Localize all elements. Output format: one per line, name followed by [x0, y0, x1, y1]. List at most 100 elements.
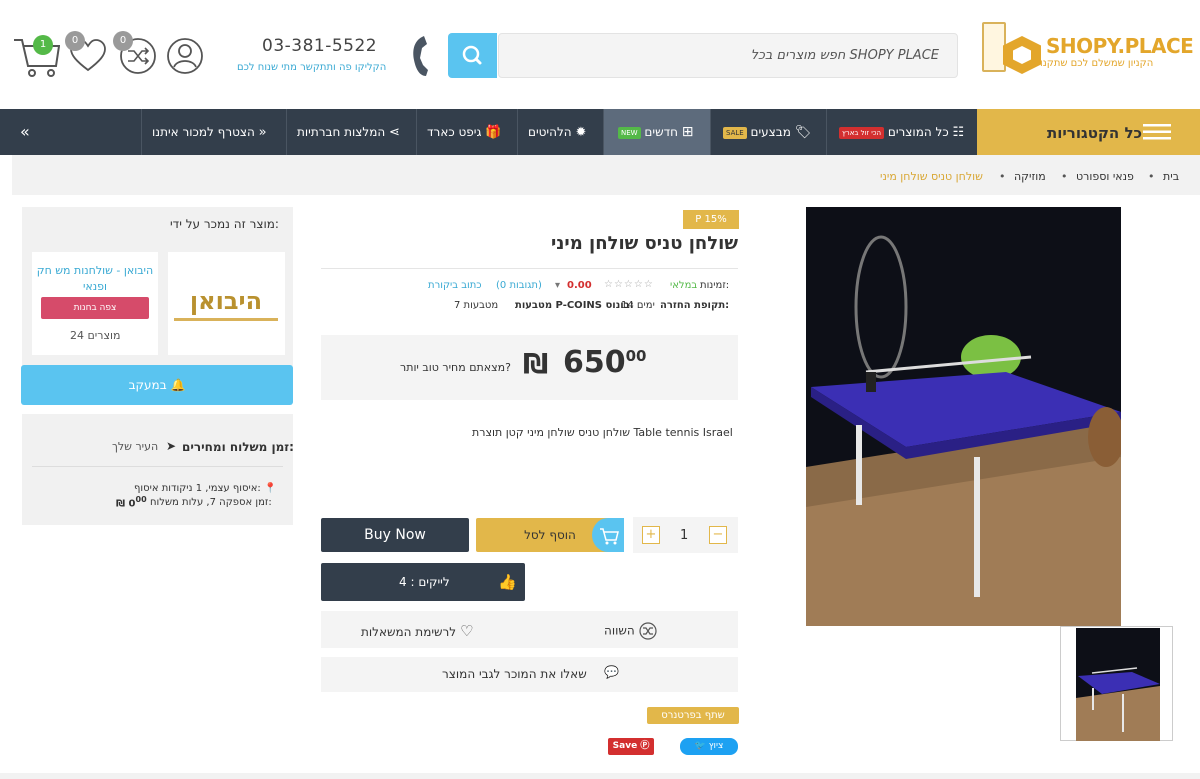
twitter-icon: 🐦: [694, 741, 706, 751]
nav-social[interactable]: המלצות חברתיות ⋖: [286, 109, 416, 155]
wishlist-label: לרשימת המשאלות: [361, 625, 457, 639]
breadcrumb-current: שולחן טניס שולחן מיני: [880, 170, 983, 183]
breadcrumb-music[interactable]: מוזיקה: [1014, 170, 1046, 183]
location-arrow-icon: ➤: [166, 439, 177, 453]
share-partners-button[interactable]: שתף בפרטנרס: [647, 707, 739, 724]
nav-expand-button[interactable]: «: [0, 109, 141, 155]
product-price: 65000: [563, 345, 647, 380]
tweet-button[interactable]: 🐦 ציוץ: [680, 738, 738, 755]
shipping-title: זמן משלוח ומחירים:: [182, 440, 294, 454]
thumbs-up-icon: 👍: [498, 573, 517, 591]
likes-button[interactable]: לייקים : 4 👍: [321, 563, 525, 601]
all-categories-label[interactable]: כל הקטגוריות: [1047, 124, 1142, 142]
shipping-price-cents: 00: [135, 495, 147, 504]
search-icon: [462, 45, 482, 65]
write-review-link[interactable]: כתוב ביקורת: [428, 280, 482, 291]
tracking-label: במעקב: [128, 378, 167, 392]
footer-strip: [0, 773, 1200, 779]
price-main: 650: [563, 345, 626, 380]
share-icon: ⋖: [389, 125, 400, 140]
breadcrumb-home[interactable]: בית: [1163, 170, 1179, 183]
thumbnail-photo: [1076, 628, 1160, 741]
shipping-currency: ₪: [116, 498, 126, 510]
search-button[interactable]: [448, 33, 497, 78]
nav-sales[interactable]: SALE מבצעים 🏷: [710, 109, 826, 155]
view-store-button[interactable]: צפה בחנות: [41, 297, 149, 319]
reviews-count[interactable]: (0 תגובות): [496, 280, 542, 291]
phone-subtitle[interactable]: הקליקו פה ותתקשר מתי שנוח לכם: [237, 62, 386, 73]
search-input[interactable]: חפש מוצרים בכל SHOPY PLACE: [498, 33, 958, 78]
nav-sales-label: מבצעים: [750, 125, 791, 139]
add-to-cart-icon-wrap[interactable]: [592, 518, 624, 552]
nav-social-label: המלצות חברתיות: [297, 125, 386, 139]
price-cents: 00: [625, 347, 647, 365]
cart-count-badge: 1: [33, 35, 53, 55]
rating-dropdown-icon[interactable]: ▾: [555, 280, 560, 291]
divider: [32, 466, 283, 467]
compare-label: השווה: [604, 623, 635, 638]
logo-title[interactable]: SHOPY.PLACE: [1046, 34, 1194, 58]
product-main-image[interactable]: [806, 207, 1121, 626]
nav-hits[interactable]: הלהיטים ✹: [517, 109, 603, 155]
breadcrumb-sep: •: [1148, 170, 1155, 183]
seller-logo[interactable]: היבואן: [174, 285, 278, 321]
compare-count-badge: 0: [113, 31, 133, 51]
availability-value: במלאי: [670, 280, 698, 291]
coins-label: מטבעות P-COINS בונוס:: [515, 300, 634, 311]
better-price-link[interactable]: מצאתם מחיר טוב יותר?: [400, 361, 511, 374]
hamburger-icon: [1143, 124, 1171, 140]
nav-new[interactable]: NEW חדשים ⊞: [603, 109, 710, 155]
wishlist-link[interactable]: לרשימת המשאלות ♡: [361, 622, 473, 640]
pinterest-icon: Ⓟ: [640, 741, 650, 751]
nav-gift-card-label: גיפט כארד: [427, 125, 482, 139]
nav-gift-card[interactable]: גיפט כארד 🎁: [416, 109, 517, 155]
nav-all-products-label: כל המוצרים: [887, 125, 949, 139]
breadcrumb-sep: •: [999, 170, 1006, 183]
bell-icon: 🔔: [170, 378, 186, 392]
nav-sell-with-us[interactable]: הצטרף למכור איתנו »: [141, 109, 286, 155]
quantity-increase-button[interactable]: +: [642, 526, 660, 544]
buy-now-button[interactable]: Buy Now: [321, 518, 469, 552]
compare-link[interactable]: השווה: [604, 622, 657, 640]
shipping-pickup: איסוף עצמי, 1 ניקודות איסוף: 📍: [134, 483, 276, 494]
shipping-pickup-text: איסוף עצמי, 1 ניקודות איסוף:: [134, 483, 261, 494]
divider: [321, 268, 738, 269]
map-pin-icon: 📍: [263, 483, 277, 494]
tweet-label: ציוץ: [708, 741, 724, 751]
phone-number[interactable]: 03-381-5522: [262, 36, 377, 56]
shuffle-icon: [638, 622, 657, 640]
breadcrumb-leisure[interactable]: פנאי וספורט: [1076, 170, 1134, 183]
coins-value: 7 מטבעות: [454, 300, 499, 311]
nav-badge-new: NEW: [618, 126, 641, 139]
user-icon[interactable]: [165, 36, 205, 76]
shipping-delivery-price: ₪ 000: [116, 495, 147, 509]
rating-value: 0.00: [567, 280, 592, 291]
save-label: Save: [612, 741, 638, 751]
ask-seller-label: שאלו את המוכר לגבי המוצר: [442, 667, 587, 681]
shipping-box: [22, 414, 293, 525]
nav-all-products[interactable]: הכי זול בארץ כל המוצרים ☷: [826, 109, 977, 155]
nav-badge-sale: SALE: [723, 126, 747, 139]
chat-icon: 💬: [604, 665, 619, 679]
seller-name-link[interactable]: היבואן - שולחנות מש חק ופנאי: [36, 263, 154, 295]
logo-bag-icon: [982, 22, 1006, 72]
shipping-city[interactable]: העיר שלך: [112, 440, 158, 453]
shipping-price-main: 0: [128, 498, 136, 510]
breadcrumb-sep: •: [1061, 170, 1068, 183]
double-chevron-left-icon: «: [20, 122, 30, 141]
ask-seller-button[interactable]: שאלו את המוכר לגבי המוצר 💬: [321, 657, 738, 692]
nav-sell-with-us-label: הצטרף למכור איתנו: [152, 125, 255, 139]
list-icon: ☷: [952, 125, 965, 140]
quantity-decrease-button[interactable]: −: [709, 526, 727, 544]
quantity-input[interactable]: 1: [680, 528, 688, 543]
double-chevron-icon: »: [258, 125, 267, 140]
follow-seller-button[interactable]: במעקב 🔔: [21, 365, 293, 405]
return-label: תקופת החזרה:: [660, 300, 730, 311]
pinterest-save-button[interactable]: Save Ⓟ: [608, 738, 654, 755]
product-thumbnail[interactable]: [1060, 626, 1173, 741]
tag-icon: 🏷: [794, 125, 812, 140]
cart-add-icon: [600, 528, 619, 545]
shipping-delivery-text: זמן אספקה 7, עלות משלוח:: [150, 497, 272, 508]
product-title: שולחן טניס שולחן מיני: [550, 233, 738, 254]
nav-hits-label: הלהיטים: [528, 125, 572, 139]
